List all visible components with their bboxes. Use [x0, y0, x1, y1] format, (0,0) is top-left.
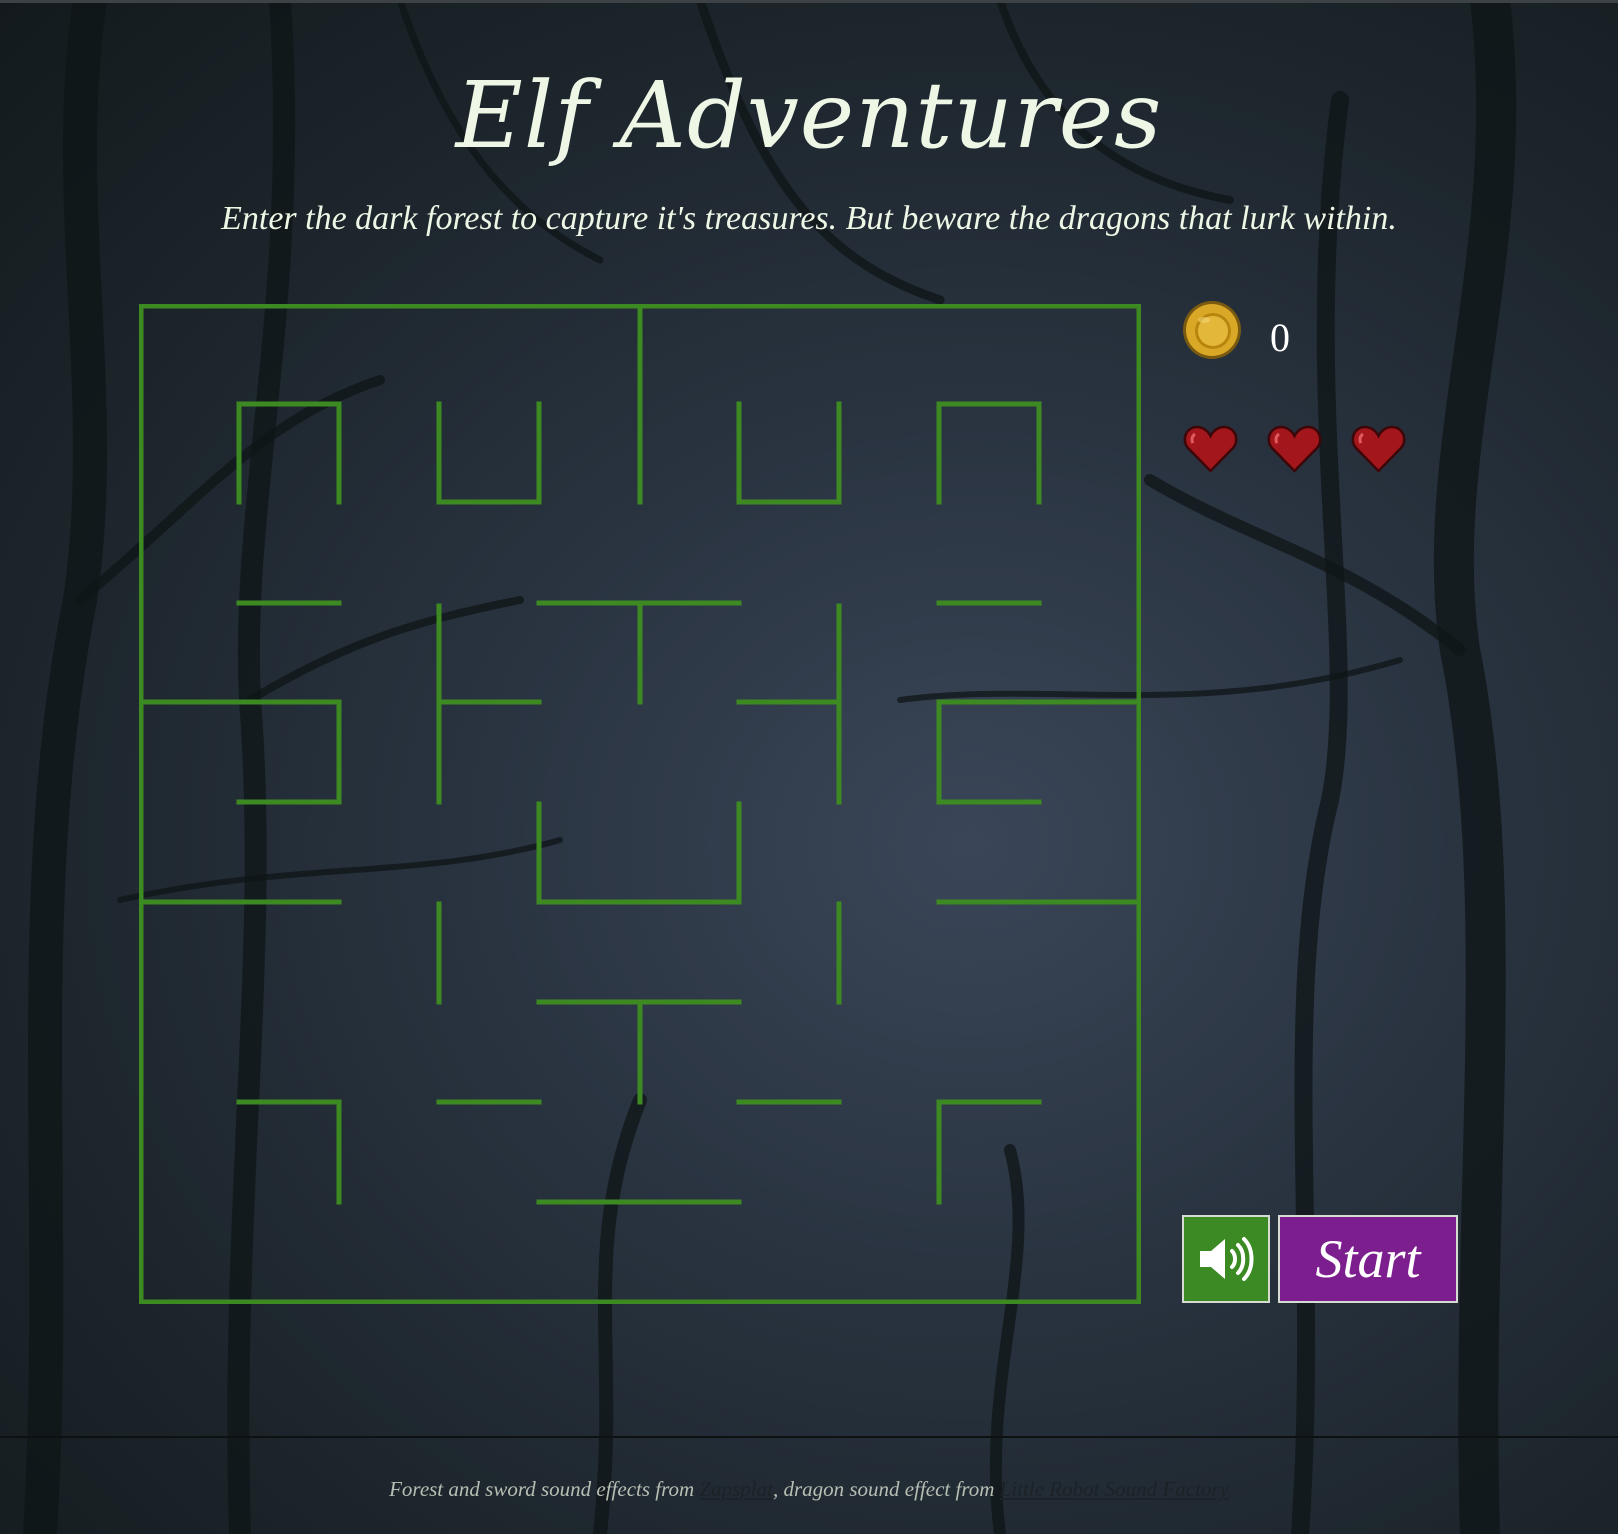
maze-wall: [236, 401, 342, 505]
page-title: Elf Adventures: [455, 62, 1163, 169]
little-robot-link[interactable]: Little Robot Sound Factory: [1000, 1477, 1229, 1501]
maze-board[interactable]: [139, 304, 1141, 1304]
heart-icon: [1267, 425, 1322, 473]
footer-text: , dragon sound effect from: [772, 1477, 1000, 1501]
sound-toggle-button[interactable]: [1182, 1215, 1270, 1303]
maze-wall: [936, 699, 1141, 805]
footer-divider: [0, 1436, 1618, 1438]
start-button[interactable]: Start: [1278, 1215, 1458, 1303]
footer-credits: Forest and sword sound effects from Zaps…: [0, 1477, 1618, 1502]
top-border: [0, 0, 1618, 3]
footer-text: Forest and sword sound effects from: [389, 1477, 700, 1501]
coin-counter: 0: [1180, 298, 1290, 362]
zapsplat-link[interactable]: Zapsplat: [699, 1477, 773, 1501]
speaker-icon: [1200, 1237, 1254, 1281]
maze-wall: [139, 699, 342, 805]
maze-wall: [736, 401, 842, 505]
heart-icon: [1351, 425, 1406, 473]
maze-wall: [936, 401, 1042, 505]
maze-wall: [936, 1099, 1042, 1205]
lives-indicator: [1183, 424, 1406, 474]
coin-count: 0: [1270, 314, 1290, 360]
maze-wall: [436, 401, 542, 505]
heart-icon: [1183, 425, 1238, 473]
coin-icon: [1183, 301, 1241, 359]
maze-wall: [236, 1099, 342, 1205]
page-subtitle: Enter the dark forest to capture it's tr…: [221, 200, 1397, 237]
maze-wall: [536, 801, 742, 905]
